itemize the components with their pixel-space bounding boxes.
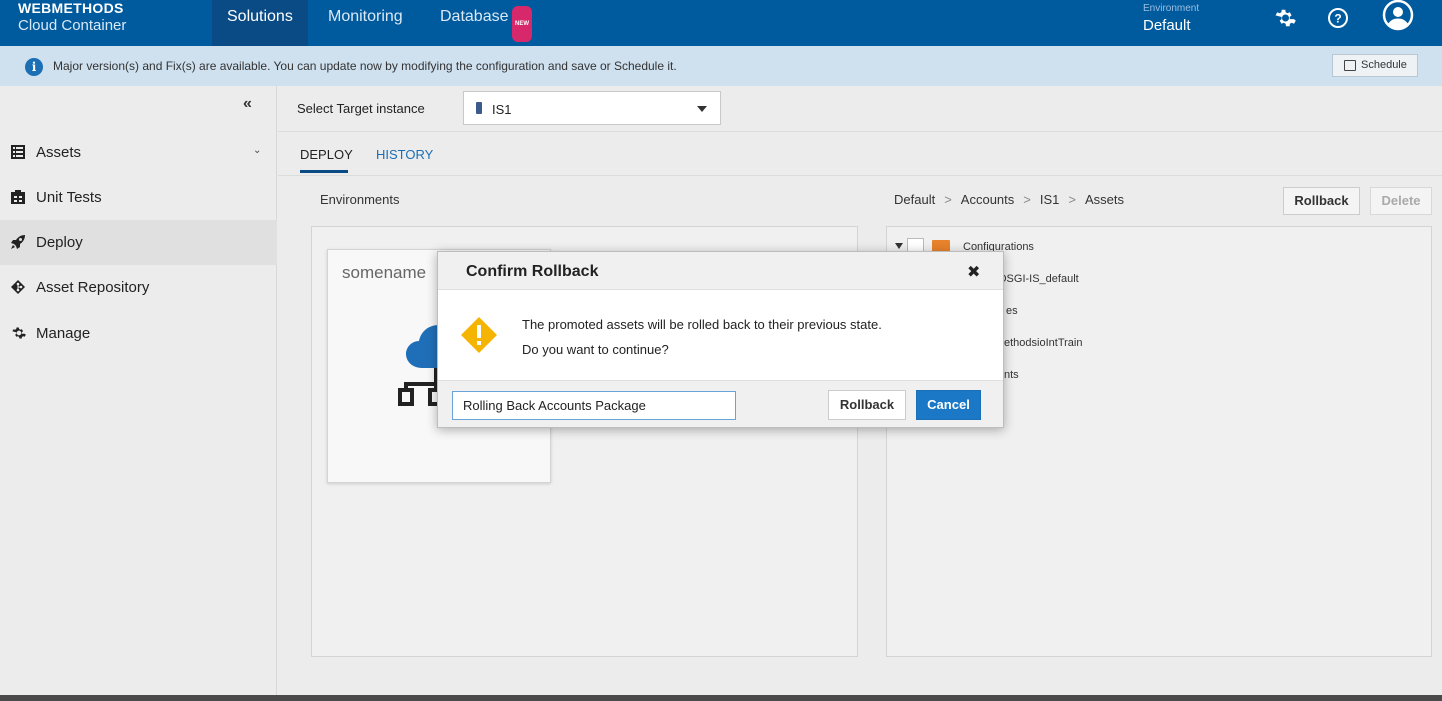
server-icon — [476, 102, 482, 114]
gear-icon[interactable] — [1272, 6, 1296, 30]
tree-item[interactable]: ethodsioIntTrain — [1004, 337, 1082, 349]
breadcrumb: Default > Accounts > IS1 > Assets — [894, 192, 1124, 207]
svg-text:?: ? — [1334, 12, 1341, 26]
confirm-rollback-button[interactable]: Rollback — [828, 390, 906, 420]
nav-database[interactable]: Database NEW — [425, 0, 539, 46]
close-icon[interactable]: ✖ — [967, 262, 980, 282]
unit-tests-icon — [11, 190, 25, 204]
divider — [278, 131, 1442, 132]
update-notification-bar: i Major version(s) and Fix(s) are availa… — [0, 46, 1442, 86]
brand-line1: WEBMETHODS — [18, 0, 124, 16]
rocket-icon — [11, 235, 25, 249]
dialog-message-line2: Do you want to continue? — [522, 342, 669, 357]
help-icon[interactable]: ? — [1326, 6, 1350, 30]
bottom-strip — [0, 695, 1442, 701]
rollback-button[interactable]: Rollback — [1283, 187, 1360, 215]
repository-icon — [11, 280, 25, 294]
environment-card-name: somename — [342, 263, 427, 282]
cancel-button[interactable]: Cancel — [916, 390, 981, 420]
divider — [278, 175, 1442, 176]
nav-solutions[interactable]: Solutions — [212, 0, 308, 46]
sidebar-item-label: Unit Tests — [36, 189, 102, 206]
info-icon: i — [25, 58, 43, 76]
brand-logo[interactable]: WEBMETHODS Cloud Container — [18, 0, 126, 33]
warning-icon — [461, 317, 497, 353]
collapse-sidebar-icon[interactable]: « — [243, 95, 252, 113]
dialog-title: Confirm Rollback — [466, 263, 599, 280]
breadcrumb-item[interactable]: Assets — [1085, 192, 1124, 207]
expand-caret-icon[interactable] — [895, 243, 903, 249]
rollback-comment-input[interactable] — [452, 391, 736, 420]
sidebar: « Assets ⌄ Unit Tests Deploy Asset Repos… — [0, 86, 277, 695]
brand-line2: Cloud Container — [18, 17, 127, 34]
tree-item[interactable]: nts — [1004, 369, 1019, 381]
tab-history[interactable]: HISTORY — [376, 147, 433, 162]
gear-icon — [12, 327, 26, 339]
sidebar-item-assets[interactable]: Assets ⌄ — [0, 130, 277, 175]
breadcrumb-item[interactable]: IS1 — [1040, 192, 1060, 207]
assets-icon — [11, 145, 25, 159]
tab-deploy[interactable]: DEPLOY — [300, 147, 353, 162]
chevron-right-icon: > — [1068, 192, 1076, 207]
dialog-footer: Rollback Cancel — [438, 380, 1003, 427]
calendar-icon — [1344, 60, 1356, 71]
breadcrumb-item[interactable]: Accounts — [961, 192, 1014, 207]
delete-button[interactable]: Delete — [1370, 187, 1432, 215]
environment-selector[interactable]: Default — [1143, 17, 1191, 34]
breadcrumb-item[interactable]: Default — [894, 192, 935, 207]
tree-item[interactable]: es — [1006, 305, 1018, 317]
sidebar-item-label: Assets — [36, 144, 82, 161]
sidebar-item-label: Manage — [36, 325, 91, 342]
top-bar: WEBMETHODS Cloud Container Solutions Mon… — [0, 0, 1442, 46]
nav-monitoring[interactable]: Monitoring — [313, 0, 418, 46]
environment-label: Environment — [1143, 3, 1200, 14]
target-instance-value: IS1 — [492, 102, 512, 117]
schedule-button[interactable]: Schedule — [1332, 54, 1418, 77]
sidebar-item-deploy[interactable]: Deploy — [0, 220, 277, 265]
sidebar-item-manage[interactable]: Manage — [0, 311, 277, 356]
user-avatar-icon[interactable] — [1381, 0, 1415, 34]
sidebar-item-unit-tests[interactable]: Unit Tests — [0, 175, 277, 220]
environments-heading: Environments — [320, 192, 400, 207]
tree-item[interactable]: OSGI-IS_default — [998, 273, 1079, 285]
caret-down-icon — [697, 106, 707, 112]
confirm-rollback-dialog: Confirm Rollback ✖ The promoted assets w… — [437, 251, 1004, 428]
active-tab-indicator — [300, 170, 348, 173]
sidebar-item-label: Asset Repository — [36, 279, 150, 296]
dialog-message-line1: The promoted assets will be rolled back … — [522, 317, 882, 332]
chevron-right-icon: > — [1023, 192, 1031, 207]
chevron-down-icon: ⌄ — [253, 145, 262, 156]
sidebar-item-label: Deploy — [36, 234, 83, 251]
target-instance-label: Select Target instance — [297, 101, 425, 116]
dialog-header: Confirm Rollback ✖ — [438, 252, 1003, 290]
chevron-right-icon: > — [944, 192, 952, 207]
notification-text: Major version(s) and Fix(s) are availabl… — [53, 59, 677, 73]
sidebar-item-asset-repository[interactable]: Asset Repository — [0, 265, 277, 310]
target-instance-select[interactable]: IS1 — [463, 91, 721, 125]
new-badge: NEW — [512, 6, 532, 42]
